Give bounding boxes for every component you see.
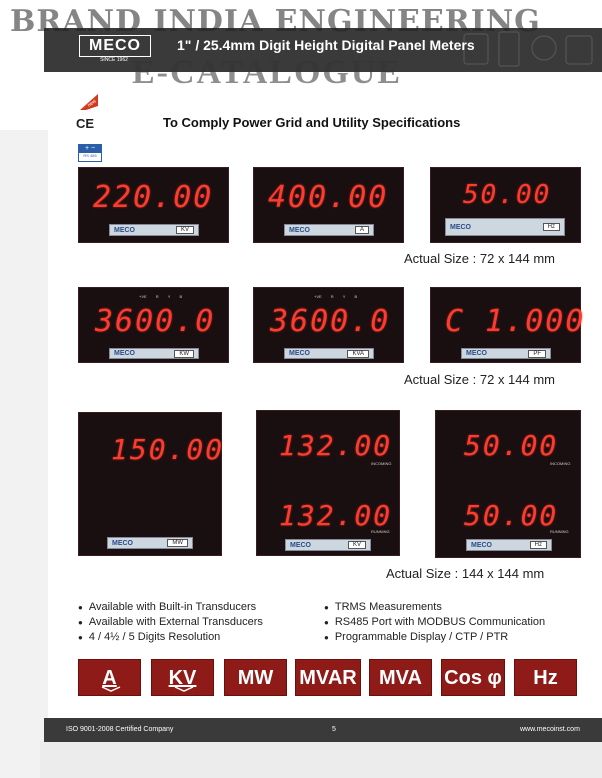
meter-plate: MECO Hz (466, 539, 552, 551)
unit-label: A (354, 226, 369, 234)
param-button-mva: MVA (369, 659, 432, 696)
unit-label: PF (528, 349, 546, 358)
param-button-mw: MW (224, 659, 287, 696)
feature-item: Available with Built-in Transducers (78, 600, 263, 615)
incoming-label: INCOMING (371, 461, 392, 466)
plate-logo: MECO (450, 223, 471, 231)
param-button-cos: Cos φ (441, 659, 505, 696)
meter-ampere: 400.00 MECO A (253, 167, 404, 243)
feature-item: Programmable Display / CTP / PTR (324, 630, 545, 645)
unit-label: Hz (529, 541, 547, 549)
led-row: +VE R Y B (314, 294, 357, 299)
footer-iso: ISO 9001-2008 Certified Company (66, 726, 174, 733)
actual-size-label: Actual Size : 72 x 144 mm (404, 372, 556, 387)
unit-label: KV (175, 226, 194, 234)
section-heading: To Comply Power Grid and Utility Specifi… (163, 115, 461, 130)
led-label: B (354, 294, 358, 299)
page-number: 5 (332, 726, 336, 733)
unit-label: MW (167, 539, 188, 547)
plate-logo: MECO (289, 350, 310, 357)
led-label: +VE (314, 294, 322, 299)
unit-label: KVA (347, 349, 369, 358)
plate-logo: MECO (114, 350, 135, 357)
meter-display: 3600.0 (270, 304, 391, 339)
page-title: 1" / 25.4mm Digit Height Digital Panel M… (177, 37, 475, 53)
footer-website: www.mecoinst.com (520, 726, 580, 733)
incoming-label: INCOMING (550, 461, 571, 466)
led-label: Y (342, 294, 346, 299)
plate-logo: MECO (471, 541, 492, 549)
wave-icon (174, 686, 194, 692)
led-label: B (179, 294, 183, 299)
plate-logo: MECO (114, 226, 135, 234)
meter-display-bottom: 50.00 (464, 499, 559, 532)
meter-plate: MECO KVA (284, 348, 374, 359)
actual-size-label: Actual Size : 72 x 144 mm (404, 251, 556, 266)
meter-dual-kv: 132.00 INCOMING 132.00 RUNNING MECO KV (256, 410, 400, 556)
wave-icon (101, 686, 121, 692)
plate-logo: MECO (290, 541, 311, 549)
meter-plate: MECO MW (107, 537, 193, 549)
meter-kva: +VE R Y B 3600.0 MECO KVA (253, 287, 404, 363)
feature-item: Available with External Transducers (78, 615, 263, 630)
meter-display-top: 132.00 (279, 429, 393, 462)
meter-kv: 220.00 MECO KV (78, 167, 229, 243)
rs485-icon: + − RS 485 (78, 144, 102, 162)
led-label: Y (167, 294, 171, 299)
feature-item: 4 / 4½ / 5 Digits Resolution (78, 630, 263, 645)
ce-mark: CE (76, 116, 95, 131)
param-button-a: A (78, 659, 141, 696)
plate-logo: MECO (112, 539, 133, 547)
meter-plate: MECO Hz (445, 218, 565, 236)
meter-display: 400.00 (268, 180, 389, 215)
unit-label: KW (174, 349, 194, 358)
plate-logo: MECO (466, 350, 487, 357)
feature-item: RS485 Port with MODBUS Communication (324, 615, 545, 630)
actual-size-label: Actual Size : 144 x 144 mm (386, 566, 545, 581)
meter-display: C 1.000 (445, 304, 586, 339)
feature-item: TRMS Measurements (324, 600, 545, 615)
features-left: Available with Built-in Transducers Avai… (78, 600, 263, 645)
meter-plate: MECO KV (285, 539, 371, 551)
meter-dual-hz: 50.00 INCOMING 50.00 RUNNING MECO Hz (435, 410, 581, 558)
meter-hz: 50.00 MECO Hz (430, 167, 581, 243)
led-label: R (155, 294, 159, 299)
watermark-brand: BRAND INDIA ENGINEERING (10, 4, 541, 39)
bottom-margin (40, 741, 602, 778)
meter-plate: MECO KW (109, 348, 199, 359)
meter-display-bottom: 132.00 (279, 499, 393, 532)
meter-kw: +VE R Y B 3600.0 MECO KW (78, 287, 229, 363)
meter-display: 50.00 (463, 180, 552, 210)
watermark-catalogue: E-CATALOGUE (132, 54, 403, 91)
running-label: RUNNING (550, 529, 569, 534)
new-badge-icon: new (80, 94, 98, 110)
meter-display: 3600.0 (95, 304, 216, 339)
unit-label: KV (347, 541, 366, 549)
left-margin (0, 130, 48, 778)
param-button-hz: Hz (514, 659, 577, 696)
meter-plate: MECO PF (461, 348, 551, 359)
unit-label: Hz (542, 223, 560, 231)
param-button-mvar: MVAR (295, 659, 361, 696)
meter-plate: MECO A (284, 224, 374, 236)
meter-display: 150.00 (111, 433, 225, 466)
meter-display-top: 50.00 (464, 429, 559, 462)
param-button-kv: KV (151, 659, 214, 696)
meter-display: 220.00 (93, 180, 214, 215)
led-label: +VE (139, 294, 147, 299)
features-right: TRMS Measurements RS485 Port with MODBUS… (324, 600, 545, 645)
rs485-label: RS 485 (83, 153, 97, 158)
meter-mw: 150.00 MECO MW (78, 412, 222, 556)
running-label: RUNNING (371, 529, 390, 534)
page-footer: ISO 9001-2008 Certified Company 5 www.me… (44, 718, 602, 742)
plate-logo: MECO (289, 226, 310, 234)
meter-plate: MECO KV (109, 224, 199, 236)
led-label: R (330, 294, 334, 299)
meter-pf: C 1.000 MECO PF (430, 287, 583, 363)
led-row: +VE R Y B (139, 294, 182, 299)
